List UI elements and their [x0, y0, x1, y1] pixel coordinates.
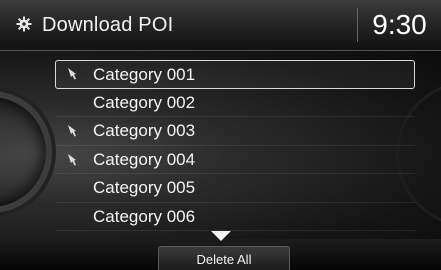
- list-item-category-006[interactable]: Category 006: [55, 203, 415, 231]
- delete-all-button[interactable]: Delete All: [158, 246, 290, 270]
- flag-marker-icon: [68, 68, 76, 80]
- list-item-label: Category 002: [93, 92, 196, 112]
- list-item-label: Category 006: [93, 206, 196, 226]
- list-item-label: Category 004: [93, 149, 196, 169]
- list-item-category-004[interactable]: Category 004: [55, 146, 415, 174]
- flag-marker-icon: [68, 125, 76, 137]
- list-item-category-003[interactable]: Category 003: [55, 117, 415, 146]
- category-list: Category 001 Category 002 Category 003 C…: [55, 60, 415, 231]
- page-title: Download POI: [42, 14, 174, 36]
- gear-icon: [16, 16, 32, 32]
- footer-bar: Delete All: [0, 231, 441, 270]
- clock: 9:30: [357, 8, 441, 42]
- list-item-category-002[interactable]: Category 002: [55, 89, 415, 117]
- list-item-label: Category 001: [93, 65, 196, 84]
- list-item-category-005[interactable]: Category 005: [55, 174, 415, 203]
- list-item-category-001[interactable]: Category 001: [55, 60, 415, 89]
- download-poi-screen: Download POI 9:30 Category 001 Category …: [0, 0, 441, 270]
- down-arrow-icon[interactable]: [211, 231, 231, 241]
- list-item-label: Category 005: [93, 178, 196, 197]
- list-item-label: Category 003: [93, 121, 196, 140]
- background-dial-decoration: [0, 91, 52, 213]
- flag-marker-icon: [68, 153, 76, 165]
- header-bar: Download POI 9:30: [0, 0, 441, 51]
